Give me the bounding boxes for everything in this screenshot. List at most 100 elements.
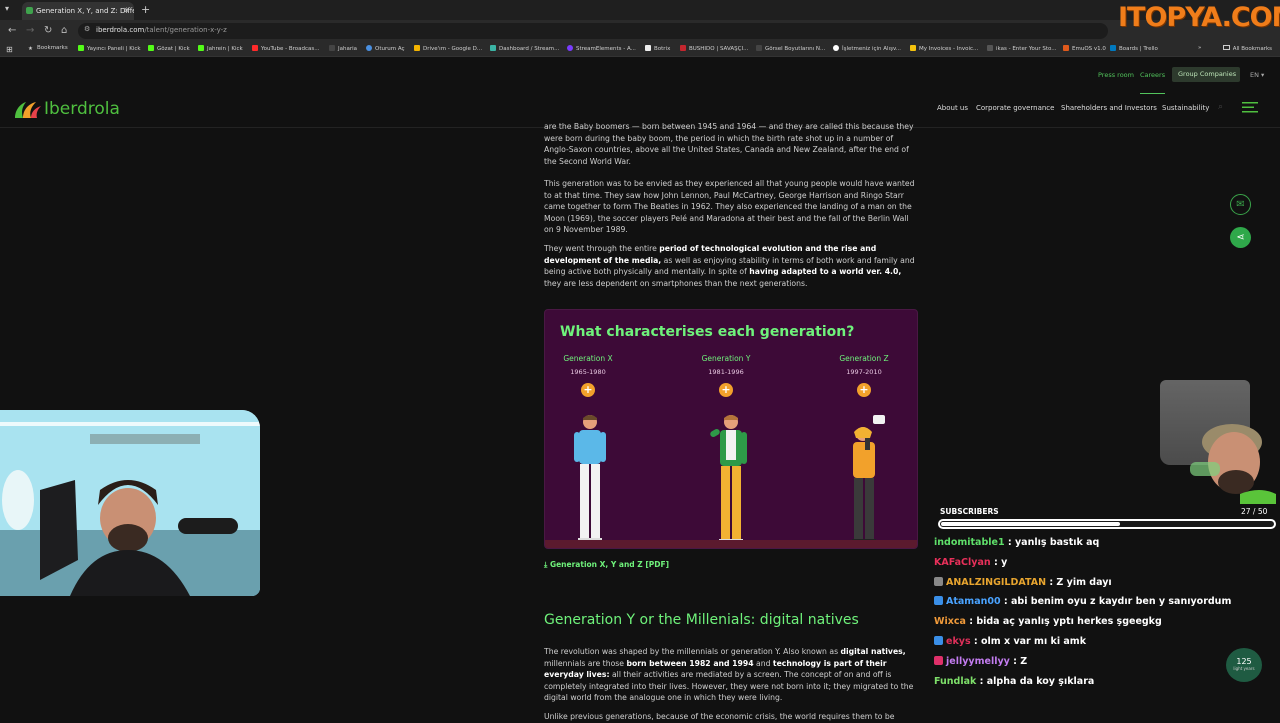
bookmark-item[interactable]: StreamElements - A... (567, 45, 636, 52)
webcam-feed-illustration (0, 410, 260, 596)
close-tab-icon[interactable]: ✕ (123, 6, 130, 15)
back-icon[interactable]: ← (8, 25, 16, 36)
bookmark-item[interactable]: Drive'ım - Google D... (414, 45, 482, 52)
subscribers-progress-bar (938, 519, 1276, 529)
chat-text: : Z (1009, 655, 1028, 667)
streamer-avatar-overlay (1190, 424, 1276, 504)
chat-username[interactable]: Wixca (934, 616, 966, 627)
nav-shareholders[interactable]: Shareholders and Investors (1061, 104, 1157, 112)
bookmark-item[interactable]: YouTube - Broadcas... (252, 45, 320, 52)
reload-icon[interactable]: ↻ (44, 25, 52, 36)
bookmark-item[interactable]: Botrix (645, 45, 670, 52)
bookmark-item[interactable]: Oturum Aç (366, 45, 405, 52)
overlay-logo: ITOPYA.COM (1118, 2, 1280, 33)
chat-username[interactable]: Fundlak (934, 676, 976, 687)
bookmark-item[interactable]: Boards | Trello (1110, 45, 1158, 52)
all-bookmarks[interactable]: All Bookmarks (1222, 45, 1272, 52)
browser-tab-bar: ▾ Generation X, Y, and Z: Differe ✕ + (0, 0, 1280, 20)
address-bar-row: ← → ↻ ⌂ ⚙ iberdrola.com/talent/generatio… (0, 20, 1280, 42)
site-logo-text[interactable]: Iberdrola (44, 99, 120, 119)
language-selector[interactable]: EN ▾ (1250, 71, 1264, 79)
chat-text: : olm x var mı ki amk (970, 635, 1087, 647)
nav-sustainability[interactable]: Sustainability (1162, 104, 1209, 112)
careers-link[interactable]: Careers (1140, 71, 1166, 94)
chat-message: Wixca : bida aç yanlış yptı herkes şgeeg… (934, 616, 1274, 636)
generation-name: Generation Y (701, 354, 751, 363)
generation-years: 1997-2010 (846, 368, 882, 376)
chat-message: jellyymellyy : Z (934, 655, 1274, 676)
generations-infographic: What characterises each generation? Gene… (544, 309, 918, 549)
bookmark-item[interactable]: Dashboard / Stream... (490, 45, 559, 52)
chat-username[interactable]: ekys (946, 636, 971, 647)
tab-search-icon[interactable]: ▾ (5, 4, 9, 13)
generation-x-column: Generation X 1965-1980 + (545, 354, 633, 397)
bookmark-item[interactable]: EmuOS v1.0 (1063, 45, 1106, 52)
article-paragraph: They went through the entire period of t… (544, 244, 915, 288)
expand-plus-icon[interactable]: + (719, 383, 733, 397)
chat-username[interactable]: Ataman00 (946, 596, 1001, 607)
bookmark-item[interactable]: Yayıncı Paneli | Kick (78, 45, 141, 52)
nav-corporate-governance[interactable]: Corporate governance (976, 104, 1054, 112)
bookmark-item[interactable]: Görsel Boyutlarını N... (756, 45, 825, 52)
bookmark-item[interactable]: İşletmeniz için Alışv... (833, 45, 901, 52)
bookmark-item[interactable]: Gözat | Kick (148, 45, 190, 52)
url-bar[interactable]: ⚙ iberdrola.com/talent/generation-x-y-z (78, 23, 1108, 39)
chat-username[interactable]: KAFaClyan (934, 557, 991, 568)
generation-years: 1965-1980 (570, 368, 606, 376)
site-header (0, 58, 1280, 128)
new-tab-icon[interactable]: + (141, 3, 150, 16)
generation-y-column: Generation Y 1981-1996 + (681, 354, 771, 397)
tab-title: Generation X, Y, and Z: Differe (36, 7, 134, 15)
chat-message: Fundlak : alpha da koy şıklara (934, 676, 1274, 696)
subscribers-count: 27 / 50 (1241, 507, 1268, 516)
share-icon[interactable]: ⋖ (1230, 227, 1251, 248)
chat-message: ANALZINGILDATAN : Z yim dayı (934, 576, 1274, 597)
chat-message: Ataman00 : abi benim oyu z kaydır ben y … (934, 596, 1274, 616)
press-room-link[interactable]: Press room (1098, 71, 1134, 79)
bookmark-item[interactable]: ikas - Enter Your Sto... (987, 45, 1057, 52)
streamer-webcam (0, 410, 260, 596)
generation-x-person-illustration (574, 415, 606, 543)
bookmarks-overflow-icon[interactable]: » (1198, 45, 1201, 51)
chat-username[interactable]: indomitable1 (934, 537, 1005, 548)
article-paragraph: This generation was to be envied as they… (544, 179, 915, 234)
forward-icon[interactable]: → (26, 25, 34, 36)
chat-username[interactable]: ANALZINGILDATAN (946, 577, 1046, 588)
infographic-floor (545, 540, 917, 548)
nav-about-us[interactable]: About us (937, 104, 968, 112)
browser-tab[interactable]: Generation X, Y, and Z: Differe ✕ (22, 2, 134, 20)
chat-text: : bida aç yanlış yptı herkes şgeegkg (965, 616, 1162, 628)
chat-username[interactable]: jellyymellyy (946, 656, 1010, 667)
expand-plus-icon[interactable]: + (581, 383, 595, 397)
chat-badge-icon (934, 635, 943, 645)
group-companies-button[interactable]: Group Companies (1172, 67, 1240, 82)
search-icon[interactable]: ⌕ (1218, 102, 1223, 112)
download-pdf-link[interactable]: ⤓ Generation X, Y and Z [PDF] (544, 560, 669, 570)
url-text: iberdrola.com/talent/generation-x-y-z (96, 26, 227, 34)
article-paragraph: Unlike previous generations, because of … (544, 712, 895, 721)
bookmark-item[interactable]: Jahrein | Kick (198, 45, 243, 52)
subscribers-progress-fill (941, 522, 1121, 526)
apps-icon[interactable]: ⊞ (6, 45, 13, 54)
hamburger-menu-icon[interactable] (1242, 102, 1258, 113)
chat-text: : y (990, 556, 1008, 568)
bookmark-item[interactable]: BUSHIDO | SAVAŞÇI... (680, 45, 748, 52)
home-icon[interactable]: ⌂ (61, 25, 67, 36)
chat-text: : alpha da koy şıklara (976, 675, 1095, 687)
bookmark-item[interactable]: My Invoices - Invoic... (910, 45, 978, 52)
chat-message: ekys : olm x var mı ki amk (934, 635, 1274, 656)
generation-z-column: Generation Z 1997-2010 + (819, 354, 909, 397)
bookmark-item[interactable]: Jaharia (329, 45, 357, 52)
generation-name: Generation Z (839, 354, 889, 363)
article-paragraph: The revolution was shaped by the millenn… (544, 647, 914, 702)
iberdrola-logo-icon[interactable] (12, 98, 42, 122)
bookmark-item[interactable]: ★ Bookmarks (28, 45, 68, 52)
subscribers-label: SUBSCRIBERS (940, 507, 999, 516)
article-paragraph: are the Baby boomers — born between 1945… (544, 122, 914, 166)
favicon-icon (26, 7, 33, 14)
generation-y-person-illustration (710, 415, 747, 544)
site-info-icon[interactable]: ⚙ (84, 25, 90, 33)
chat-message: KAFaClyan : y (934, 557, 1274, 577)
expand-plus-icon[interactable]: + (857, 383, 871, 397)
mail-icon[interactable]: ✉ (1230, 194, 1251, 215)
